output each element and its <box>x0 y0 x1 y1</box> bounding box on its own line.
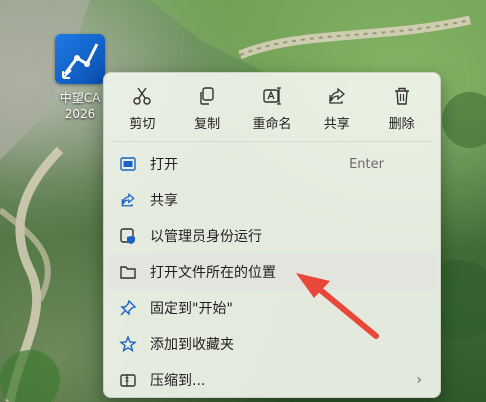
cut-label: 剪切 <box>129 117 156 132</box>
menu-item-run-as-admin[interactable]: 以管理员身份运行 <box>108 218 436 254</box>
menu-item-compress-to[interactable]: 压缩到... › <box>108 362 436 397</box>
copy-label: 复制 <box>194 117 221 132</box>
menu-item-pin-to-start[interactable]: 固定到"开始" <box>108 290 436 326</box>
open-window-icon <box>118 154 138 174</box>
delete-button[interactable]: 删除 <box>371 83 433 133</box>
share-button[interactable]: 共享 <box>306 83 368 133</box>
menu-item-add-to-favorites[interactable]: 添加到收藏夹 <box>108 326 436 362</box>
chevron-right-icon: › <box>416 372 422 388</box>
context-menu: 剪切 复制 重命名 共享 删除 打开 Enter 共享 以管理员身份运行 打开文… <box>103 72 441 398</box>
archive-icon <box>118 370 138 390</box>
menu-item-open-shortcut: Enter <box>349 156 384 172</box>
menu-item-open-file-location-label: 打开文件所在的位置 <box>150 265 276 281</box>
context-menu-action-bar: 剪切 复制 重命名 共享 删除 <box>104 73 440 139</box>
desktop-shortcut-label-line2: 2026 <box>64 107 96 121</box>
share-icon <box>329 87 345 104</box>
scissors-icon <box>133 87 152 105</box>
rename-icon <box>263 87 281 105</box>
share-icon <box>118 190 138 210</box>
admin-shield-icon <box>118 226 138 246</box>
share-label: 共享 <box>323 117 350 132</box>
menu-item-share[interactable]: 共享 <box>108 182 436 218</box>
menu-item-open-file-location[interactable]: 打开文件所在的位置 <box>108 254 436 290</box>
copy-button[interactable]: 复制 <box>176 83 238 133</box>
zwcad-app-icon <box>55 34 105 84</box>
menu-item-run-as-admin-label: 以管理员身份运行 <box>150 229 262 245</box>
pin-icon <box>118 298 138 318</box>
desktop-shortcut-label-line1: 中望CA <box>59 91 101 105</box>
menu-divider <box>110 141 434 142</box>
menu-item-add-to-favorites-label: 添加到收藏夹 <box>150 337 234 353</box>
menu-item-share-label: 共享 <box>150 193 178 209</box>
menu-item-open-label: 打开 <box>150 157 178 173</box>
desktop-shortcut-zwcad[interactable]: 中望CA 2026 <box>50 34 110 122</box>
cut-button[interactable]: 剪切 <box>111 83 173 133</box>
menu-item-open[interactable]: 打开 Enter <box>108 146 436 182</box>
rename-button[interactable]: 重命名 <box>241 83 303 133</box>
copy-icon <box>200 87 214 105</box>
folder-icon <box>118 262 138 282</box>
menu-item-compress-to-label: 压缩到... <box>150 373 206 389</box>
delete-label: 删除 <box>388 117 415 132</box>
menu-item-pin-to-start-label: 固定到"开始" <box>150 301 233 317</box>
star-icon <box>118 334 138 354</box>
trash-icon <box>394 87 409 105</box>
rename-label: 重命名 <box>252 117 292 132</box>
